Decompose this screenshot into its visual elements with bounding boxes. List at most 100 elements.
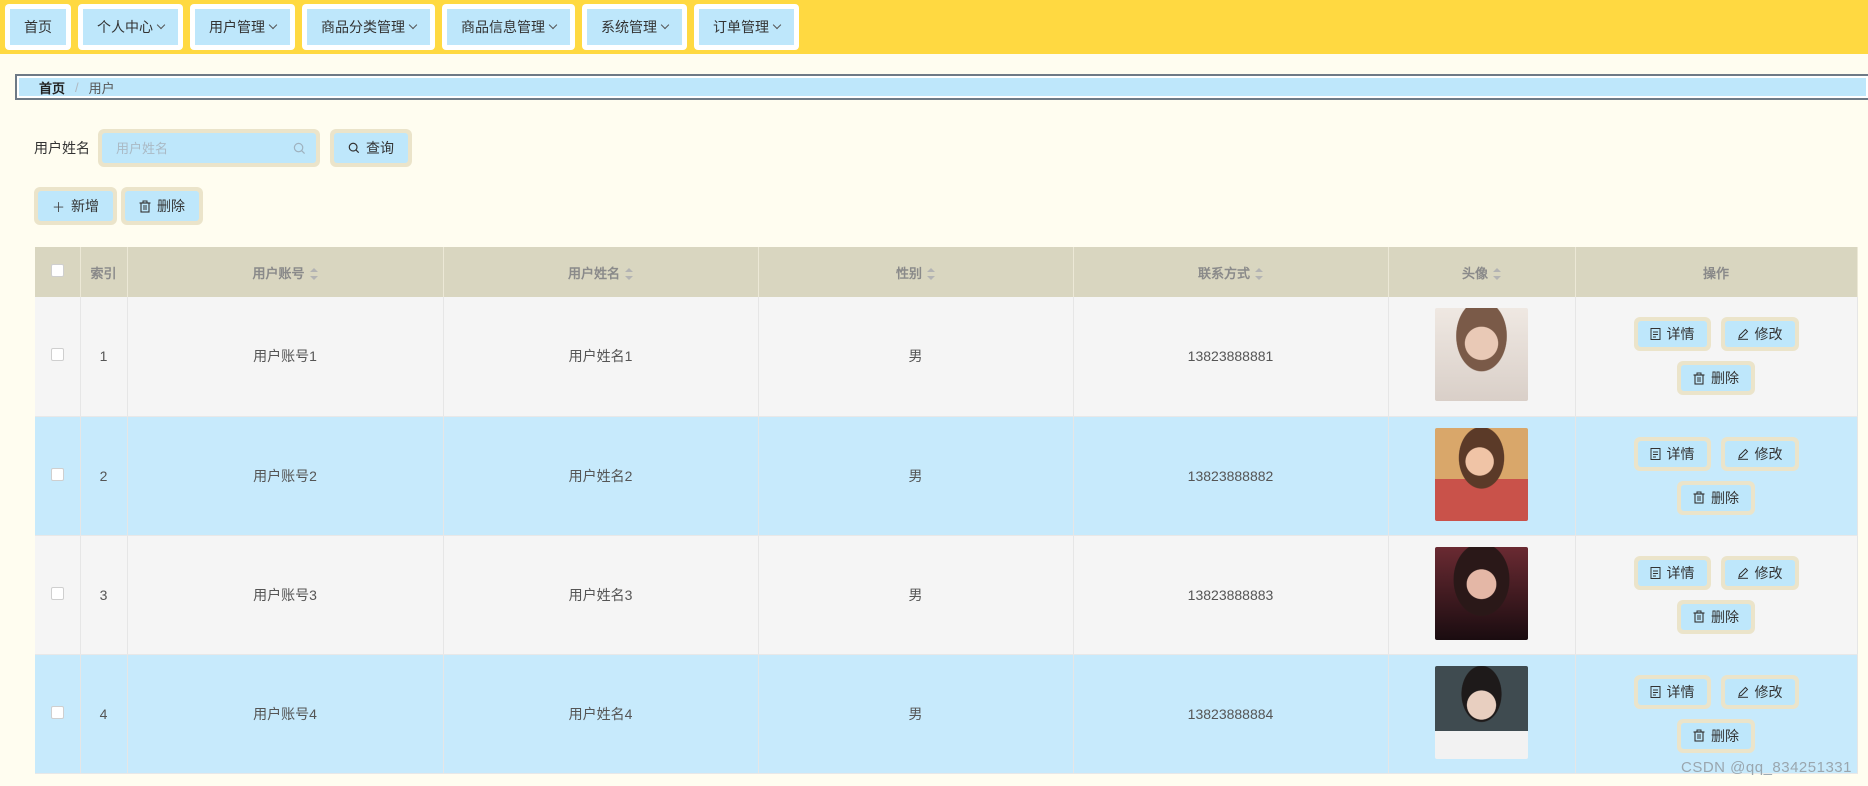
search-button[interactable]: 查询 — [330, 129, 412, 167]
row-delete-button-label: 删除 — [1711, 370, 1739, 387]
column-header-ops: 操作 — [1575, 247, 1858, 297]
edit-button[interactable]: 修改 — [1720, 436, 1799, 471]
avatar[interactable] — [1435, 665, 1528, 759]
search-row: 用户姓名 查询 — [34, 128, 412, 168]
cell-account: 用户账号2 — [127, 416, 444, 536]
table-row[interactable]: 3 用户账号3 用户姓名3 男 13823888883 详情 修改 删除 — [35, 535, 1858, 655]
row-delete-button[interactable]: 删除 — [1677, 361, 1755, 396]
breadcrumb-home[interactable]: 首页 — [39, 78, 65, 97]
batch-delete-button[interactable]: 删除 — [121, 187, 204, 225]
select-all-checkbox[interactable] — [50, 264, 64, 277]
user-table: 索引 用户账号 用户姓名 性别 联系方式 头像 操作 1 用户账号1 用户姓名1 男 1… — [35, 247, 1858, 774]
row-checkbox[interactable] — [50, 467, 64, 481]
cell-avatar — [1388, 535, 1576, 655]
edit-button[interactable]: 修改 — [1720, 317, 1799, 352]
cell-ops: 详情 修改删除 — [1575, 654, 1858, 774]
cell-avatar — [1388, 416, 1576, 536]
cell-name: 用户姓名1 — [443, 297, 759, 417]
column-header-phone[interactable]: 联系方式 — [1073, 247, 1389, 297]
edit-button[interactable]: 修改 — [1720, 674, 1799, 709]
nav-item-personal-center[interactable]: 个人中心 — [78, 4, 183, 50]
edit-button-label: 修改 — [1754, 683, 1783, 700]
sort-icon[interactable] — [625, 268, 633, 281]
document-icon — [1650, 447, 1660, 460]
column-header-avatar[interactable]: 头像 — [1388, 247, 1576, 297]
nav-label: 个人中心 — [97, 19, 153, 35]
column-header-index: 索引 — [80, 247, 128, 297]
nav-label: 用户管理 — [209, 19, 265, 35]
cell-ops: 详情 修改删除 — [1575, 297, 1858, 417]
add-button-label: 新增 — [71, 198, 100, 214]
edit-button-label: 修改 — [1754, 564, 1783, 581]
nav-label: 首页 — [24, 19, 52, 35]
sort-icon[interactable] — [1493, 268, 1501, 281]
action-row: ＋ 新增 删除 — [34, 187, 204, 225]
avatar[interactable] — [1435, 308, 1528, 402]
detail-button[interactable]: 详情 — [1633, 317, 1711, 352]
nav-item-home[interactable]: 首页 — [5, 4, 71, 50]
search-input[interactable] — [116, 140, 276, 156]
row-checkbox[interactable] — [50, 348, 64, 362]
nav-item-category-management[interactable]: 商品分类管理 — [302, 4, 435, 50]
detail-button-label: 详情 — [1666, 683, 1695, 700]
nav-item-order-management[interactable]: 订单管理 — [694, 4, 799, 50]
table-row[interactable]: 2 用户账号2 用户姓名2 男 13823888882 详情 修改 删除 — [35, 416, 1858, 536]
table-row[interactable]: 4 用户账号4 用户姓名4 男 13823888884 详情 修改 删除 — [35, 654, 1858, 774]
edit-icon — [1737, 686, 1748, 698]
edit-icon — [1737, 448, 1748, 460]
row-delete-button[interactable]: 删除 — [1677, 480, 1755, 515]
chevron-down-icon — [660, 20, 670, 30]
cell-account: 用户账号1 — [127, 297, 444, 417]
row-checkbox[interactable] — [50, 586, 64, 600]
search-label: 用户姓名 — [34, 140, 90, 156]
breadcrumb: 首页 / 用户 — [19, 78, 1866, 96]
nav-label: 商品分类管理 — [321, 19, 405, 35]
detail-button[interactable]: 详情 — [1633, 436, 1711, 471]
row-checkbox[interactable] — [50, 705, 64, 719]
edit-button-label: 修改 — [1754, 445, 1783, 462]
table-header: 索引 用户账号 用户姓名 性别 联系方式 头像 操作 — [35, 247, 1858, 297]
plus-icon: ＋ — [52, 199, 66, 215]
nav-item-user-management[interactable]: 用户管理 — [190, 4, 295, 50]
column-header-account[interactable]: 用户账号 — [127, 247, 444, 297]
breadcrumb-current: 用户 — [88, 80, 115, 96]
nav-item-product-management[interactable]: 商品信息管理 — [442, 4, 575, 50]
cell-gender: 男 — [758, 535, 1074, 655]
column-header-gender[interactable]: 性别 — [758, 247, 1074, 297]
chevron-down-icon — [268, 20, 278, 30]
avatar[interactable] — [1435, 546, 1528, 640]
edit-button[interactable]: 修改 — [1720, 555, 1799, 590]
cell-ops: 详情 修改删除 — [1575, 416, 1858, 536]
table-row[interactable]: 1 用户账号1 用户姓名1 男 13823888881 详情 修改 删除 — [35, 297, 1858, 417]
trash-icon — [1693, 491, 1705, 504]
column-header-name[interactable]: 用户姓名 — [443, 247, 759, 297]
select-all-cell — [35, 247, 81, 297]
row-delete-button[interactable]: 删除 — [1677, 599, 1755, 634]
cell-index: 4 — [80, 654, 128, 774]
nav-item-system-management[interactable]: 系统管理 — [582, 4, 687, 50]
cell-phone: 13823888884 — [1073, 654, 1389, 774]
trash-icon — [1693, 372, 1705, 385]
row-delete-button[interactable]: 删除 — [1677, 718, 1755, 753]
row-select-cell — [35, 654, 81, 774]
chevron-down-icon — [548, 20, 558, 30]
cell-gender: 男 — [758, 297, 1074, 417]
sort-icon[interactable] — [309, 268, 318, 281]
cell-account: 用户账号3 — [127, 535, 444, 655]
chevron-down-icon — [408, 20, 418, 30]
cell-phone: 13823888882 — [1073, 416, 1389, 536]
row-delete-button-label: 删除 — [1711, 489, 1739, 506]
cell-phone: 13823888881 — [1073, 297, 1389, 417]
detail-button[interactable]: 详情 — [1633, 555, 1711, 590]
edit-icon — [1737, 567, 1748, 579]
avatar[interactable] — [1435, 427, 1528, 521]
cell-index: 2 — [80, 416, 128, 536]
detail-button[interactable]: 详情 — [1633, 674, 1711, 709]
search-icon — [293, 142, 306, 154]
sort-icon[interactable] — [1255, 268, 1263, 281]
breadcrumb-container: 首页 / 用户 — [15, 74, 1868, 100]
cell-gender: 男 — [758, 654, 1074, 774]
sort-icon[interactable] — [927, 268, 935, 281]
add-button[interactable]: ＋ 新增 — [34, 187, 118, 225]
edit-icon — [1737, 329, 1748, 341]
